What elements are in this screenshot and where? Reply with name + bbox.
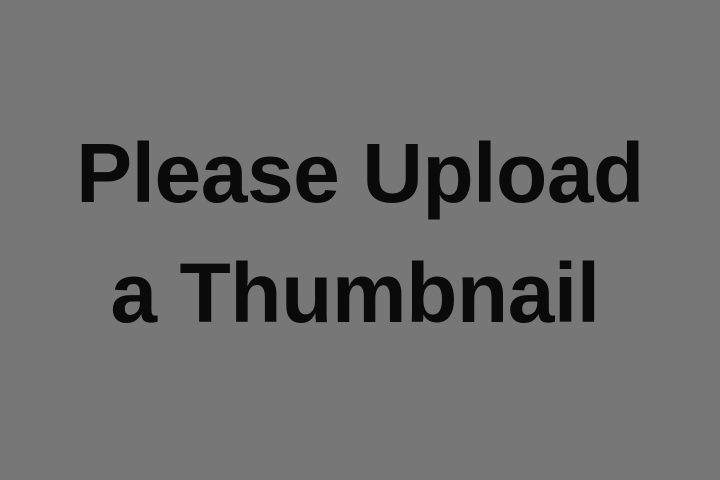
upload-prompt-line-1: Please Upload (76, 126, 644, 220)
upload-prompt-message: Please Upload a Thumbnail (0, 0, 720, 480)
upload-prompt-line-2: a Thumbnail (110, 246, 600, 340)
thumbnail-placeholder: Please Upload a Thumbnail (0, 0, 720, 480)
